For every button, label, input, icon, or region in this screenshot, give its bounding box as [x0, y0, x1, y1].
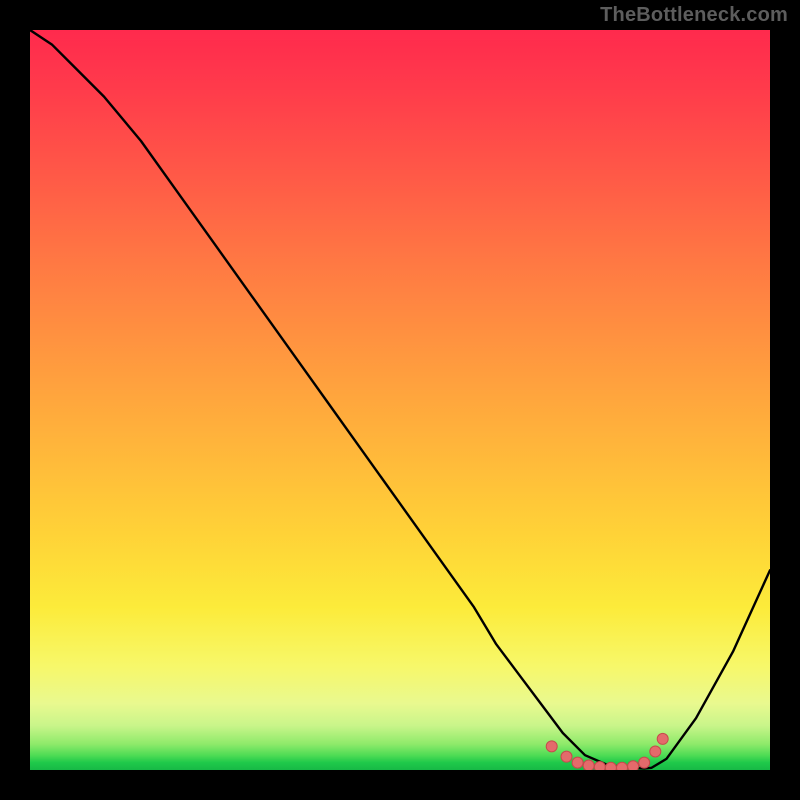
- watermark-text: TheBottleneck.com: [600, 4, 788, 27]
- optimal-range-markers: [546, 733, 668, 770]
- marker-dot: [639, 757, 650, 768]
- marker-dot: [617, 762, 628, 770]
- marker-dot: [546, 741, 557, 752]
- marker-dot: [583, 760, 594, 770]
- chart-svg: [30, 30, 770, 770]
- chart-frame: TheBottleneck.com: [0, 0, 800, 800]
- marker-dot: [628, 761, 639, 770]
- marker-dot: [572, 757, 583, 768]
- marker-dot: [594, 762, 605, 770]
- marker-dot: [650, 746, 661, 757]
- plot-area: [30, 30, 770, 770]
- marker-dot: [657, 733, 668, 744]
- bottleneck-curve: [30, 30, 770, 769]
- marker-dot: [605, 762, 616, 770]
- marker-dot: [561, 751, 572, 762]
